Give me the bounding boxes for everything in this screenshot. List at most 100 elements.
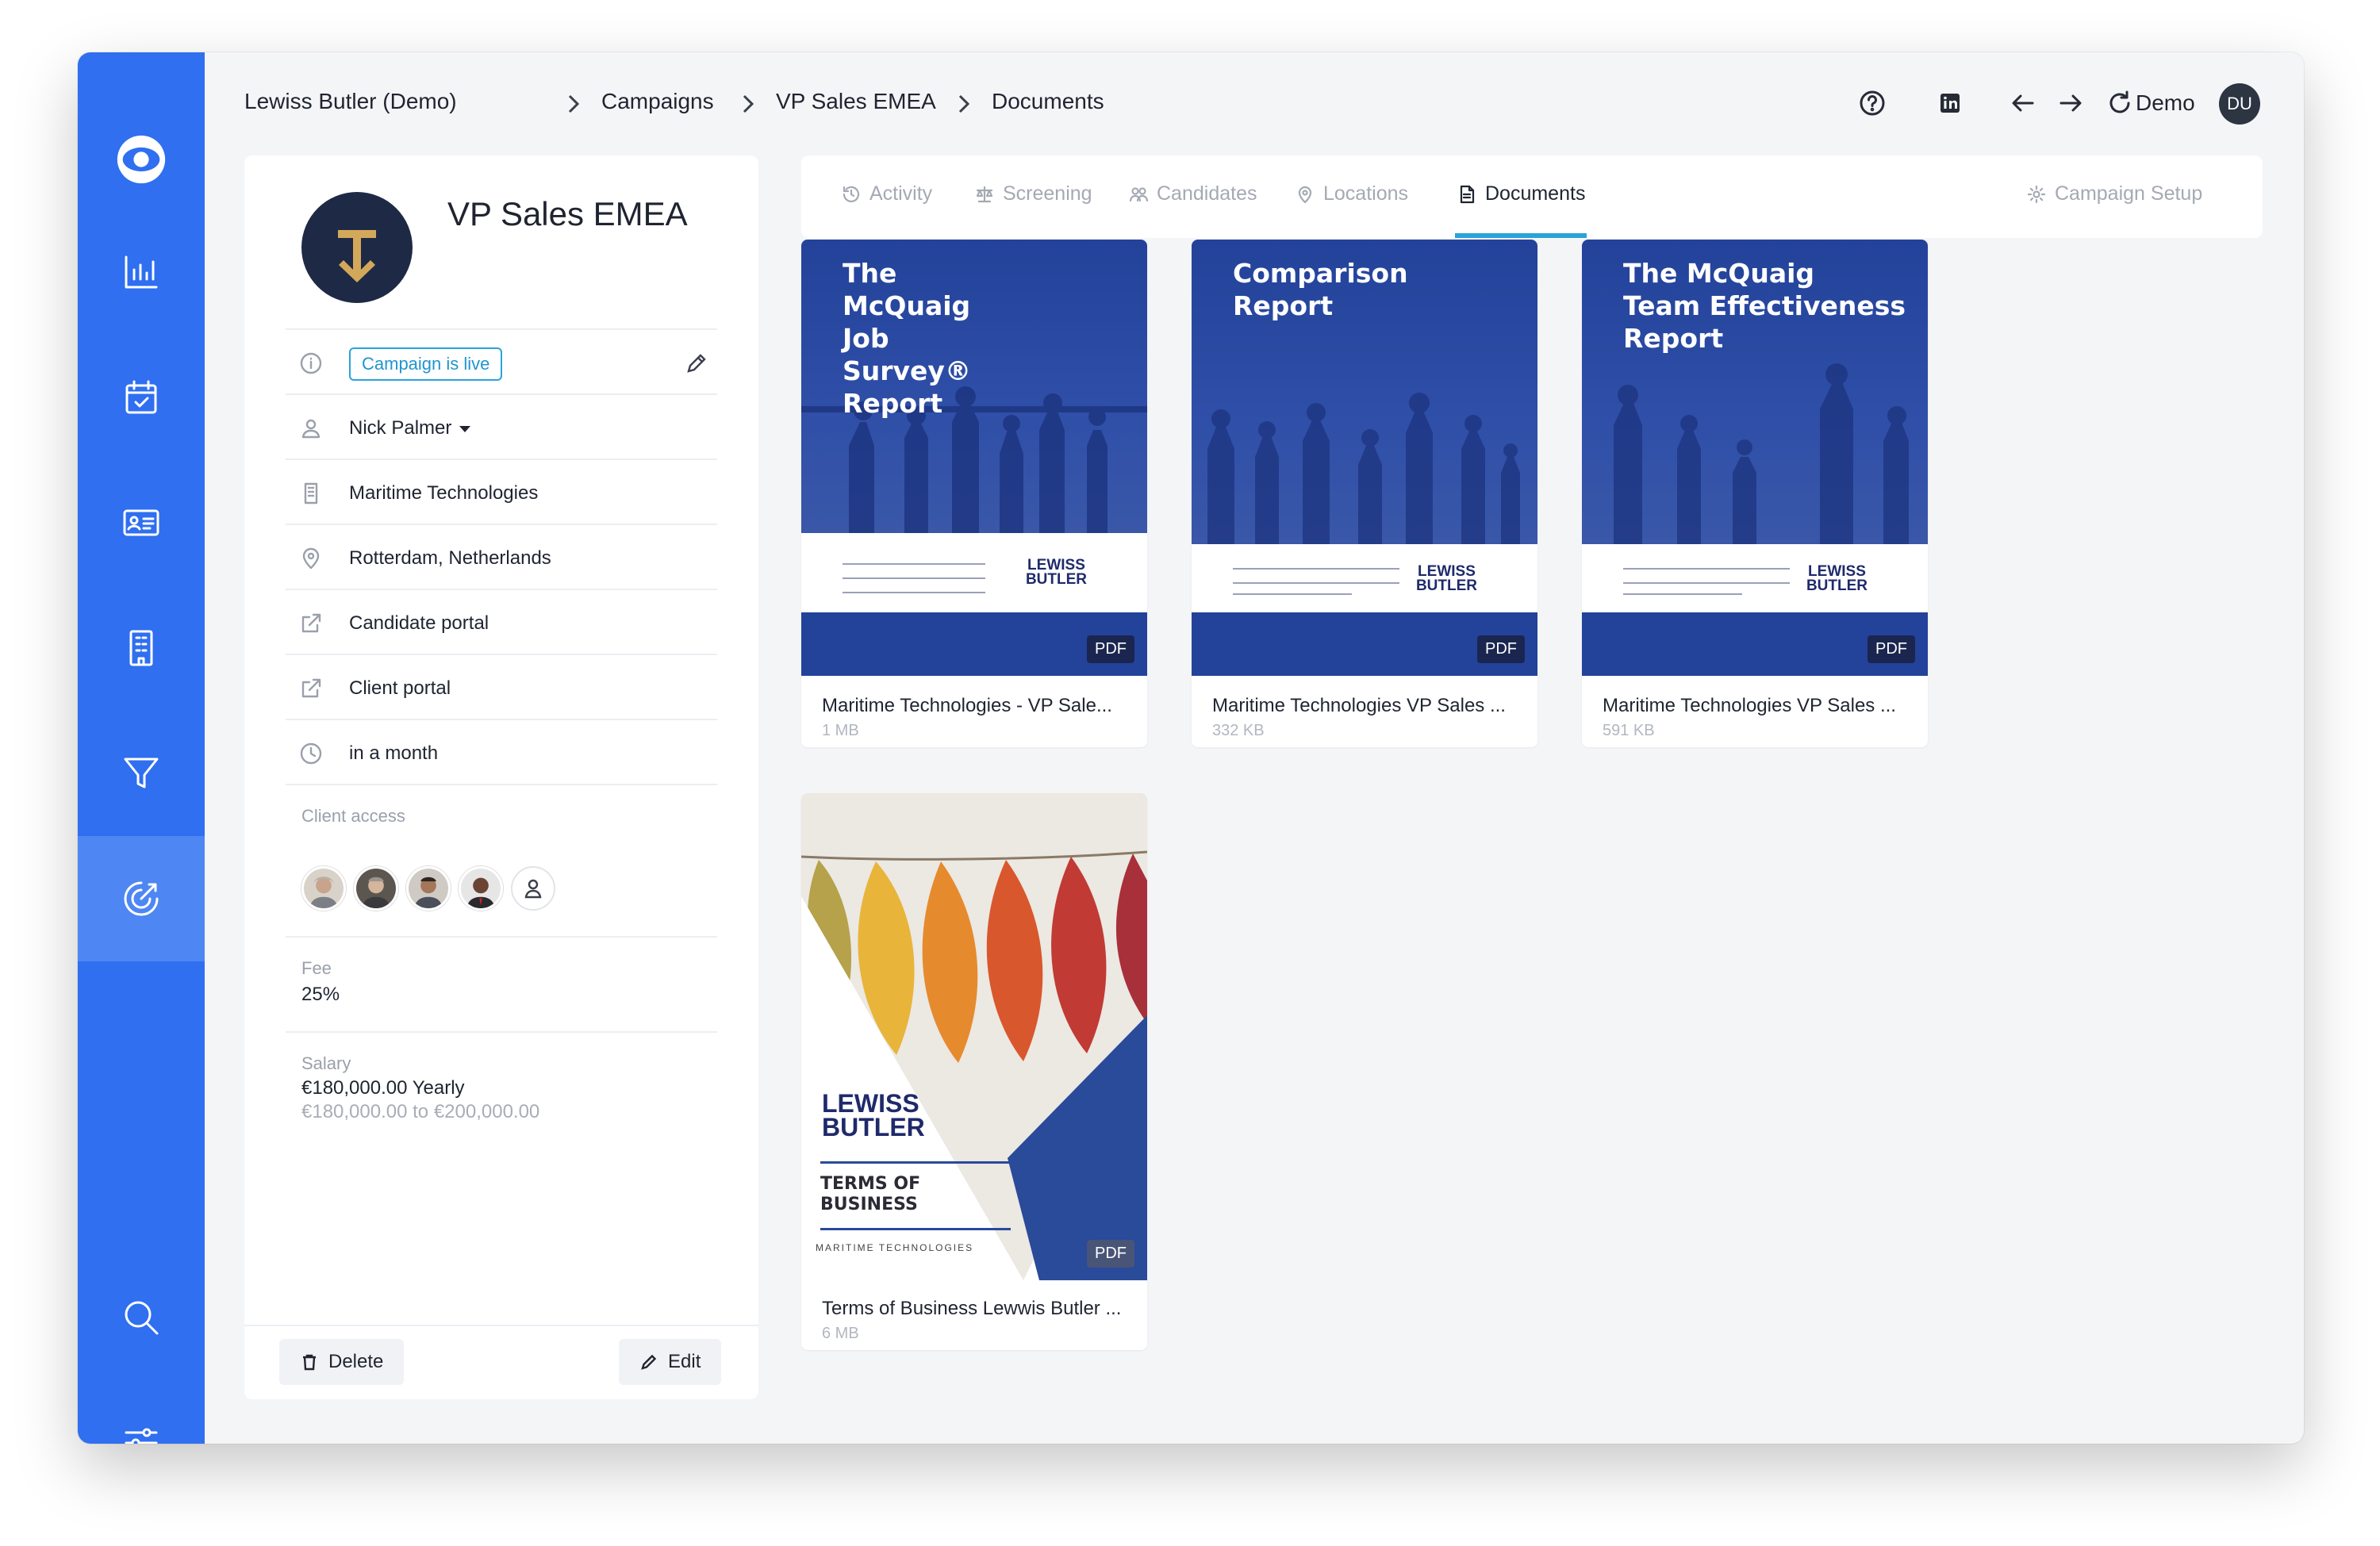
client-avatar[interactable]: [301, 866, 346, 911]
document-card[interactable]: The McQuaig Job Survey® Report LEWISS BU…: [801, 240, 1147, 747]
sidebar-item-settings[interactable]: [78, 1380, 205, 1444]
company-row[interactable]: Maritime Technologies: [286, 458, 717, 524]
status-badge: Campaign is live: [349, 347, 503, 381]
trash-icon: [303, 1354, 316, 1371]
lewiss-butler-logo: LEWISS BUTLER: [1806, 563, 1868, 594]
document-name: Maritime Technologies - VP Sale...: [822, 695, 1112, 716]
user-avatar[interactable]: DU: [2219, 83, 2260, 125]
salary-value: €180,000.00 Yearly: [301, 1077, 465, 1099]
id-card-icon: [123, 509, 159, 536]
sidebar-item-search[interactable]: [78, 1255, 205, 1380]
gear-icon: [2027, 185, 2046, 203]
owner-row[interactable]: Nick Palmer: [286, 393, 717, 458]
document-icon: [1460, 185, 1475, 203]
person-icon: [524, 879, 542, 899]
owner-name: Nick Palmer: [349, 417, 452, 439]
external-link-icon: [298, 611, 324, 636]
edit-button[interactable]: Edit: [619, 1339, 722, 1385]
pencil-icon[interactable]: [684, 351, 709, 376]
salary-range: €180,000.00 to €200,000.00: [301, 1101, 540, 1122]
tab-documents[interactable]: Documents: [1457, 182, 1585, 205]
sidebar-item-analytics[interactable]: [78, 209, 205, 335]
add-client-access-button[interactable]: [511, 866, 555, 911]
client-portal-row[interactable]: Client portal: [286, 654, 717, 719]
client-avatar[interactable]: [354, 866, 398, 911]
lewiss-butler-logo: LEWISS BUTLER: [822, 1089, 925, 1141]
candidate-portal-link[interactable]: Candidate portal: [349, 612, 489, 635]
active-tab-indicator: [1455, 233, 1587, 238]
tab-bar: Activity Screening Candidates Locations …: [801, 155, 2263, 238]
breadcrumb-campaign[interactable]: VP Sales EMEA: [776, 89, 936, 114]
pin-icon: [1298, 186, 1312, 203]
breadcrumb-documents: Documents: [992, 89, 1104, 113]
sidebar-item-campaigns[interactable]: [78, 836, 205, 961]
terms-subheading: MARITIME TECHNOLOGIES: [816, 1242, 974, 1253]
text-line: [1233, 582, 1399, 584]
document-size: 6 MB: [822, 1325, 859, 1342]
client-avatar[interactable]: [406, 866, 451, 911]
top-bar: Lewiss Butler (Demo) Campaigns VP Sales …: [205, 52, 2304, 159]
tab-candidates[interactable]: Candidates: [1128, 182, 1257, 205]
breadcrumb-org[interactable]: Lewiss Butler (Demo): [244, 89, 457, 114]
building-icon: [298, 481, 324, 506]
sidebar-item-pipeline[interactable]: [78, 711, 205, 836]
eye-logo-icon: [117, 135, 166, 184]
back-arrow-icon[interactable]: [2007, 87, 2039, 119]
document-card[interactable]: Comparison Report LEWISS BUTLER PDF Mari…: [1192, 240, 1537, 747]
document-card[interactable]: The McQuaig Team Effectiveness Report LE…: [1582, 240, 1928, 747]
due-row: in a month: [286, 719, 717, 784]
cover-details: LEWISS BUTLER: [801, 533, 1147, 612]
delete-button[interactable]: Delete: [279, 1339, 405, 1385]
pencil-icon: [641, 1354, 657, 1370]
client-portal-link[interactable]: Client portal: [349, 677, 451, 700]
file-type-badge: PDF: [1868, 635, 1915, 663]
forward-arrow-icon[interactable]: [2055, 87, 2086, 119]
sliders-icon: [125, 1428, 158, 1444]
external-link-icon: [298, 676, 324, 701]
building-icon: [129, 630, 153, 666]
person-icon: [298, 416, 324, 441]
location-row[interactable]: Rotterdam, Netherlands: [286, 524, 717, 589]
user-name[interactable]: Demo: [2136, 90, 2195, 116]
app-logo[interactable]: [78, 129, 205, 190]
status-row: Campaign is live: [286, 328, 717, 393]
app-window: Lewiss Butler (Demo) Campaigns VP Sales …: [78, 52, 2304, 1444]
divider: [286, 784, 717, 785]
breadcrumb-campaigns[interactable]: Campaigns: [601, 89, 714, 114]
candidate-portal-row[interactable]: Candidate portal: [286, 589, 717, 654]
chevron-right-icon: [563, 94, 584, 114]
tab-screening[interactable]: Screening: [974, 182, 1092, 205]
cover-title: The McQuaig Job Survey® Report: [843, 258, 971, 419]
pin-icon: [298, 546, 324, 571]
caret-down-icon: [459, 425, 471, 432]
location-text: Rotterdam, Netherlands: [349, 547, 551, 569]
document-thumbnail: Comparison Report LEWISS BUTLER PDF: [1192, 240, 1537, 676]
lewiss-butler-logo: LEWISS BUTLER: [1415, 563, 1477, 594]
search-icon: [125, 1301, 159, 1335]
help-icon[interactable]: [1856, 87, 1888, 119]
tab-label: Candidates: [1157, 182, 1257, 205]
target-icon: [124, 881, 159, 916]
linkedin-icon[interactable]: [1934, 87, 1966, 119]
document-card[interactable]: LEWISS BUTLER TERMS OF BUSINESS MARITIME…: [801, 793, 1147, 1350]
sidebar-item-companies[interactable]: [78, 585, 205, 711]
tab-campaign-setup[interactable]: Campaign Setup: [2026, 182, 2202, 205]
chevron-right-icon: [954, 94, 974, 114]
tab-locations[interactable]: Locations: [1295, 182, 1408, 205]
cover-image: The McQuaig Job Survey® Report: [801, 240, 1147, 533]
company-name: Maritime Technologies: [349, 482, 539, 504]
document-size: 332 KB: [1212, 722, 1265, 739]
tab-label: Screening: [1003, 182, 1092, 205]
cover-title: The McQuaig Team Effectiveness Report: [1623, 258, 1906, 354]
refresh-icon[interactable]: [2104, 87, 2136, 119]
client-avatar[interactable]: [459, 866, 503, 911]
tab-activity[interactable]: Activity: [841, 182, 932, 205]
owner-dropdown[interactable]: Nick Palmer: [349, 417, 471, 439]
text-line: [1233, 568, 1399, 570]
text-line: [843, 577, 985, 579]
chevron-right-icon: [738, 94, 758, 114]
text-line: [1233, 593, 1352, 595]
sidebar-item-contacts[interactable]: [78, 460, 205, 585]
sidebar-item-calendar[interactable]: [78, 335, 205, 460]
divider: [286, 1031, 717, 1033]
